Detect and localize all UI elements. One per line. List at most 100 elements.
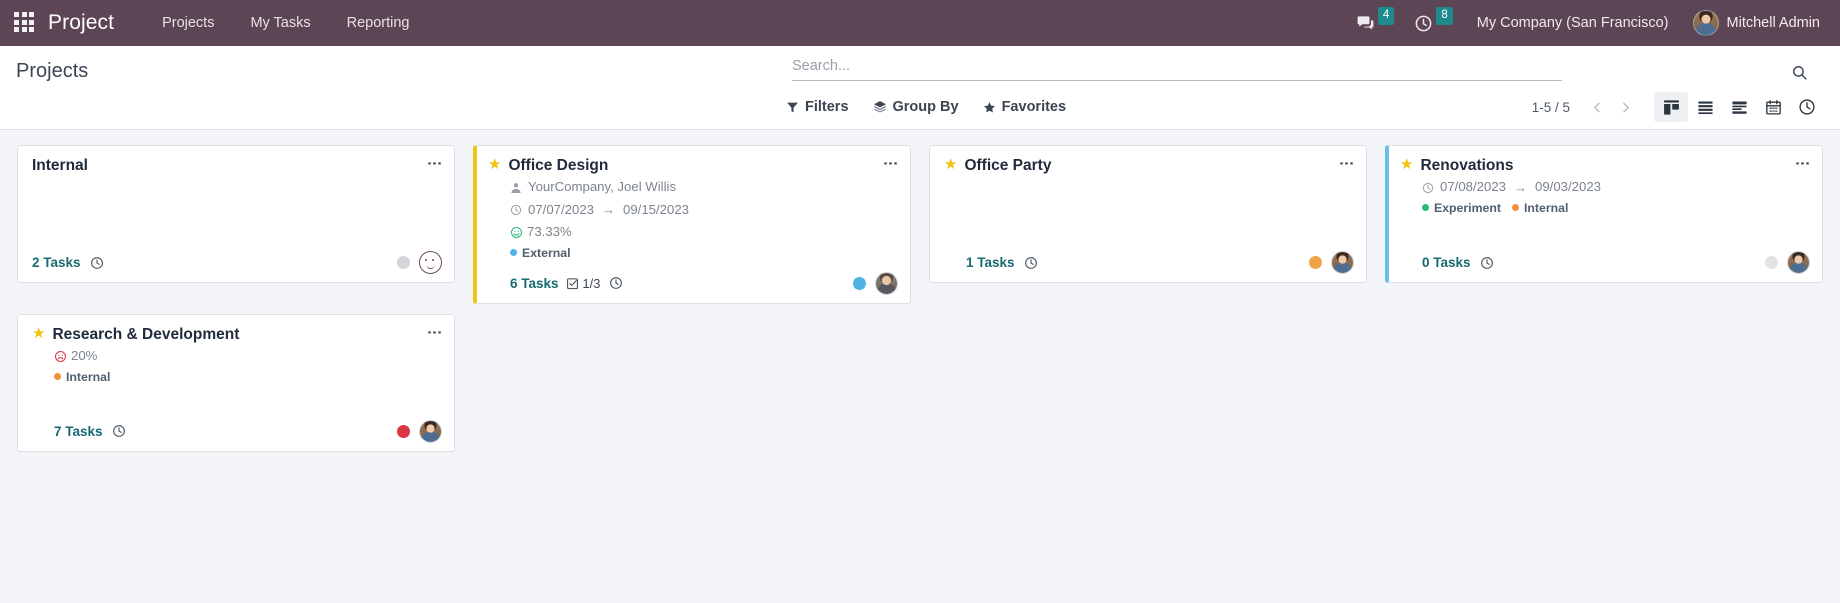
pager-next-button[interactable]: [1612, 94, 1638, 120]
card-status-dot[interactable]: [397, 424, 410, 438]
favorite-star-icon[interactable]: ★: [32, 325, 45, 343]
page-title: Projects: [16, 60, 89, 82]
activities-count-badge: 8: [1436, 6, 1453, 26]
card-tasks-link[interactable]: 7 Tasks: [54, 424, 103, 439]
view-button-timesheet[interactable]: [1790, 92, 1824, 122]
view-switcher: [1654, 92, 1824, 122]
card-tag-label: Experiment: [1434, 200, 1501, 215]
card-rating[interactable]: 73.33%: [510, 222, 898, 242]
kanban-card[interactable]: ★ Office Design ⋮ YourCompany, Joel Willis 0…: [473, 145, 911, 304]
card-date-end: 09/03/2023: [1535, 179, 1602, 195]
search-view[interactable]: [792, 58, 1562, 81]
company-switcher[interactable]: My Company (San Francisco): [1463, 10, 1683, 36]
avatar[interactable]: [875, 271, 898, 295]
card-footer-right: [1309, 251, 1354, 274]
app-brand-project[interactable]: Project: [48, 11, 114, 35]
favorites-dropdown[interactable]: Favorites: [973, 95, 1076, 119]
group-by-dropdown[interactable]: Group By: [863, 95, 969, 119]
pager-previous-button[interactable]: [1584, 94, 1610, 120]
card-title: Research & Development: [52, 325, 240, 343]
nav-item-projects[interactable]: Projects: [148, 9, 228, 37]
card-menu-button[interactable]: ⋮: [1338, 156, 1355, 171]
favorite-star-icon[interactable]: ★: [944, 156, 957, 174]
card-status-dot[interactable]: [1309, 256, 1322, 269]
search-dropdowns: Filters Group By Favorites: [776, 95, 1076, 119]
card-footer: 1 Tasks: [944, 239, 1354, 274]
favorites-label: Favorites: [1001, 99, 1067, 115]
search-icon[interactable]: [1791, 64, 1808, 81]
checkbox-icon: [566, 277, 579, 290]
card-title: Office Design: [508, 157, 609, 174]
favorite-star-icon[interactable]: ★: [488, 156, 501, 174]
activities-menu[interactable]: 8: [1404, 6, 1462, 37]
view-button-list[interactable]: [1688, 92, 1722, 122]
messages-count-badge: 4: [1377, 6, 1395, 26]
timesheet-clock-icon[interactable]: [609, 276, 623, 290]
clock-icon: [1422, 182, 1434, 194]
happy-face-icon: [510, 226, 523, 239]
tag-dot-icon: [1422, 204, 1429, 212]
timesheet-clock-icon[interactable]: [112, 424, 126, 438]
avatar-placeholder-icon[interactable]: [419, 251, 442, 274]
card-tag: Experiment: [1422, 201, 1501, 215]
card-status-dot[interactable]: [1765, 256, 1778, 269]
nav-item-my-tasks[interactable]: My Tasks: [236, 9, 324, 37]
card-menu-button[interactable]: ⋮: [426, 156, 443, 171]
timesheet-clock-icon[interactable]: [1024, 256, 1038, 270]
kanban-card[interactable]: ★ Research & Development ⋮ 20% Internal 7 Tas…: [17, 313, 455, 452]
kanban-card[interactable]: ★ Renovations ⋮ 07/08/2023 → 09/03/2023 Experi…: [1385, 145, 1823, 283]
apps-grid-icon[interactable]: [14, 12, 36, 34]
timesheet-clock-icon[interactable]: [90, 256, 104, 270]
filters-dropdown[interactable]: Filters: [776, 95, 859, 119]
card-tasks-link[interactable]: 6 Tasks: [510, 276, 559, 291]
card-tags: Internal: [54, 370, 442, 384]
card-tasks-link[interactable]: 2 Tasks: [32, 255, 81, 270]
kanban-icon: [1663, 99, 1680, 116]
card-footer-right: [397, 419, 442, 443]
card-tag-label: External: [522, 245, 571, 260]
card-tag: External: [510, 246, 571, 260]
card-menu-button[interactable]: ⋮: [1794, 156, 1811, 171]
kanban-card[interactable]: Internal ⋮ 2 Tasks: [17, 145, 455, 283]
avatar[interactable]: [1787, 251, 1810, 274]
card-footer: 7 Tasks: [32, 408, 442, 443]
card-tags: External: [510, 246, 898, 260]
clock-icon: [1414, 14, 1433, 33]
tag-dot-icon: [54, 373, 61, 381]
favorite-star-icon[interactable]: ★: [1400, 156, 1413, 174]
card-footer-right: [853, 271, 898, 295]
chat-bubble-icon: [1356, 14, 1375, 33]
avatar[interactable]: [1331, 251, 1354, 274]
card-menu-button[interactable]: ⋮: [426, 325, 443, 340]
card-footer-right: [397, 251, 442, 274]
view-button-calendar[interactable]: [1756, 92, 1790, 122]
card-status-dot[interactable]: [397, 256, 410, 269]
card-partner-label: YourCompany, Joel Willis: [528, 179, 677, 195]
avatar[interactable]: [419, 419, 442, 443]
pager-counter[interactable]: 1-5 / 5: [1532, 100, 1570, 115]
card-body: 20% Internal: [32, 346, 442, 408]
view-button-activity[interactable]: [1722, 92, 1756, 122]
search-input[interactable]: [792, 58, 1562, 74]
view-button-kanban[interactable]: [1654, 92, 1688, 122]
messages-menu[interactable]: 4: [1346, 6, 1404, 37]
card-tasks-link[interactable]: 1 Tasks: [966, 255, 1015, 270]
card-rating[interactable]: 20%: [54, 346, 442, 366]
kanban-card[interactable]: ★ Office Party ⋮ 1 Tasks: [929, 145, 1367, 283]
card-dates: 07/07/2023 → 09/15/2023: [510, 200, 898, 220]
card-tasks-link[interactable]: 0 Tasks: [1422, 255, 1471, 270]
clock-icon: [510, 204, 522, 216]
card-menu-button[interactable]: ⋮: [882, 156, 899, 171]
card-subtask-value: 1/3: [582, 275, 601, 291]
person-icon: [510, 182, 522, 194]
card-date-start: 07/07/2023: [528, 201, 595, 217]
arrow-right-icon: →: [602, 201, 616, 217]
kanban-card-container: ★ Renovations ⋮ 07/08/2023 → 09/03/2023 Experi…: [1376, 140, 1832, 309]
card-status-dot[interactable]: [853, 276, 866, 290]
card-partner: YourCompany, Joel Willis: [510, 177, 898, 197]
card-body: YourCompany, Joel Willis 07/07/2023 → 09/15…: [488, 177, 898, 260]
user-menu[interactable]: Mitchell Admin: [1683, 7, 1824, 39]
nav-item-reporting[interactable]: Reporting: [333, 9, 424, 37]
filter-funnel-icon: [786, 101, 799, 114]
timesheet-clock-icon[interactable]: [1480, 256, 1494, 270]
